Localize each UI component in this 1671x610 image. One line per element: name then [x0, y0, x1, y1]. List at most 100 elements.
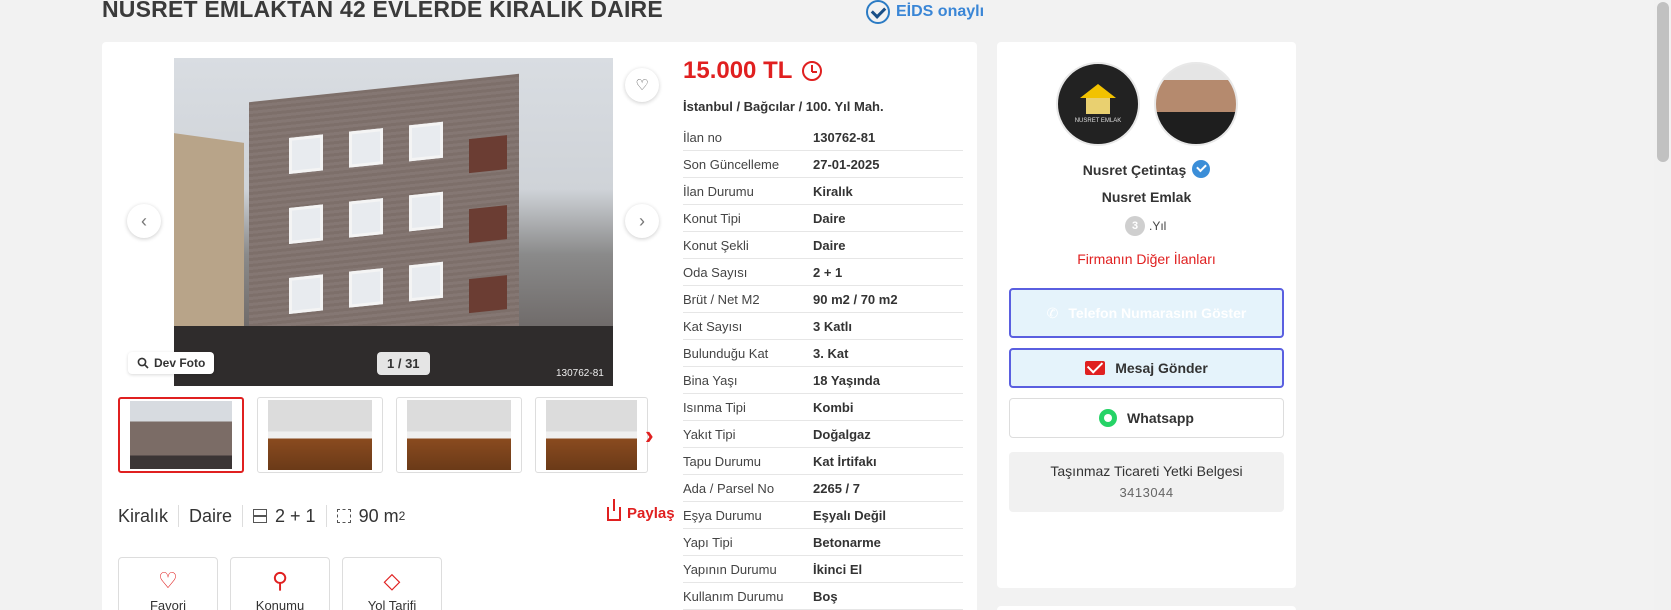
- summary-rooms: 2 + 1: [275, 505, 316, 526]
- floorplan-icon: [253, 509, 268, 523]
- favori-label: Favori: [149, 598, 187, 610]
- page-title: NUSRET EMLAKTAN 42 EVLERDE KİRALIK DAİRE: [102, 0, 663, 22]
- listing-summary: Kiralık Daire 2 + 1 90 m2: [118, 505, 405, 527]
- year-badge-icon: 3: [1125, 216, 1145, 236]
- detail-row: Bina Yaşı 18 Yaşında: [683, 367, 963, 394]
- detail-key: Son Güncelleme: [683, 156, 780, 172]
- detail-key: İlan Durumu: [683, 183, 754, 199]
- summary-area-sup: 2: [398, 509, 406, 523]
- detail-key: Brüt / Net M2: [683, 291, 760, 307]
- detail-key: Bina Yaşı: [683, 372, 738, 388]
- agent-name-row[interactable]: Nusret Çetintaş: [997, 160, 1296, 178]
- share-icon: [607, 498, 621, 521]
- area-icon: [336, 509, 351, 523]
- search-icon: [137, 357, 149, 369]
- detail-key: Yapı Tipi: [683, 534, 733, 550]
- directions-icon: ◇: [383, 568, 401, 593]
- thumbnail-4[interactable]: [535, 397, 648, 473]
- page-scrollbar[interactable]: [1654, 0, 1671, 610]
- detail-row: Tapu Durumu Kat İrtifakı: [683, 448, 963, 475]
- detail-row: Yapının Durumu İkinci El: [683, 556, 963, 583]
- detail-row: Yapı Tipi Betonarme: [683, 529, 963, 556]
- detail-row: Yakıt Tipi Doğalgaz: [683, 421, 963, 448]
- price-history-icon[interactable]: [802, 61, 823, 81]
- detail-key: Kat Sayısı: [683, 318, 743, 334]
- detail-key: Bulunduğu Kat: [683, 345, 769, 361]
- certificate-box: Taşınmaz Ticareti Yetki Belgesi 3413044: [1009, 452, 1284, 512]
- detail-row: Isınma Tipi Kombi: [683, 394, 963, 421]
- phone-icon: ✆: [1046, 304, 1059, 321]
- listing-price: 15.000 TL: [683, 57, 823, 85]
- summary-status: Kiralık: [118, 505, 169, 526]
- yol-tarifi-button[interactable]: ◇ Yol Tarifi: [342, 557, 442, 610]
- gallery-prev-button[interactable]: ‹: [127, 204, 161, 238]
- detail-row: Konut Tipi Daire: [683, 205, 963, 232]
- favori-button[interactable]: ♡ Favori: [118, 557, 218, 610]
- detail-key: Tapu Durumu: [683, 453, 762, 469]
- chevron-left-icon: ‹: [141, 210, 147, 231]
- detail-key: Isınma Tipi: [683, 399, 746, 415]
- verified-icon: [1192, 160, 1211, 178]
- detail-key: Yakıt Tipi: [683, 426, 736, 442]
- thumbnail-image: [546, 400, 637, 470]
- map-pin-icon: ⚲: [271, 568, 289, 593]
- detail-value: 3 Katlı: [813, 318, 853, 334]
- chevron-right-icon: ›: [639, 210, 645, 231]
- detail-key: Kullanım Durumu: [683, 588, 784, 604]
- detail-key: İlan no: [683, 129, 723, 145]
- photo-counter: 1 / 31: [377, 352, 430, 375]
- yol-tarifi-label: Yol Tarifi: [367, 598, 417, 610]
- other-listings-link[interactable]: Firmanın Diğer İlanları: [997, 251, 1296, 267]
- membership-years: 3 .Yıl: [1125, 216, 1166, 236]
- summary-type: Daire: [189, 505, 233, 526]
- detail-row: İlan Durumu Kiralık: [683, 178, 963, 205]
- detail-key: Konut Şekli: [683, 237, 749, 253]
- detail-value: 18 Yaşında: [813, 372, 880, 388]
- detail-value: Kombi: [813, 399, 854, 415]
- share-label: Paylaş: [627, 505, 675, 522]
- share-button[interactable]: Paylaş: [607, 498, 675, 522]
- detail-value: 90 m2 / 70 m2: [813, 291, 898, 307]
- dev-foto-button[interactable]: Dev Foto: [128, 352, 215, 374]
- detail-row: İlan no 130762-81: [683, 124, 963, 151]
- show-phone-button[interactable]: ✆ Telefon Numarasını Göster: [1009, 288, 1284, 338]
- mail-icon: [1085, 361, 1106, 375]
- detail-value: 130762-81: [813, 129, 876, 145]
- check-badge-icon: [866, 0, 890, 24]
- eids-badge[interactable]: EİDS onaylı: [866, 0, 984, 24]
- firm-logo-text: NUSRET EMLAK: [1074, 118, 1122, 124]
- detail-row: Bulunduğu Kat 3. Kat: [683, 340, 963, 367]
- photo-watermark-id: 130762-81: [556, 368, 604, 379]
- detail-value: Boş: [813, 588, 838, 604]
- firm-logo[interactable]: NUSRET EMLAK: [1056, 62, 1140, 146]
- thumbnail-next-icon[interactable]: ›: [645, 420, 654, 451]
- show-phone-label: Telefon Numarasını Göster: [1068, 305, 1247, 321]
- detail-value: Daire: [813, 237, 846, 253]
- main-photo[interactable]: [174, 58, 613, 386]
- thumbnail-2[interactable]: [257, 397, 383, 473]
- thumbnail-3[interactable]: [396, 397, 522, 473]
- summary-area: 90 m: [358, 505, 399, 526]
- detail-row: Ada / Parsel No 2265 / 7: [683, 475, 963, 502]
- listing-location: İstanbul / Bağcılar / 100. Yıl Mah.: [683, 99, 884, 114]
- thumbnail-image: [130, 401, 232, 469]
- konumu-button[interactable]: ⚲ Konumu: [230, 557, 330, 610]
- favorite-heart-button[interactable]: ♡: [625, 68, 659, 102]
- detail-key: Yapının Durumu: [683, 561, 777, 577]
- gallery-next-button[interactable]: ›: [625, 204, 659, 238]
- detail-key: Eşya Durumu: [683, 507, 762, 523]
- whatsapp-label: Whatsapp: [1127, 410, 1194, 426]
- thumbnail-image: [407, 400, 511, 470]
- detail-value: Kiralık: [813, 183, 853, 199]
- detail-row: Oda Sayısı 2 + 1: [683, 259, 963, 286]
- thumbnail-image: [268, 400, 372, 470]
- scrollbar-thumb[interactable]: [1657, 2, 1669, 162]
- whatsapp-button[interactable]: Whatsapp: [1009, 398, 1284, 438]
- konumu-label: Konumu: [255, 598, 305, 610]
- detail-value: 2 + 1: [813, 264, 843, 280]
- thumbnail-1[interactable]: [118, 397, 244, 473]
- agent-avatar[interactable]: [1154, 62, 1238, 146]
- heart-icon: ♡: [158, 568, 178, 593]
- detail-row: Brüt / Net M2 90 m2 / 70 m2: [683, 286, 963, 313]
- send-message-button[interactable]: Mesaj Gönder: [1009, 348, 1284, 388]
